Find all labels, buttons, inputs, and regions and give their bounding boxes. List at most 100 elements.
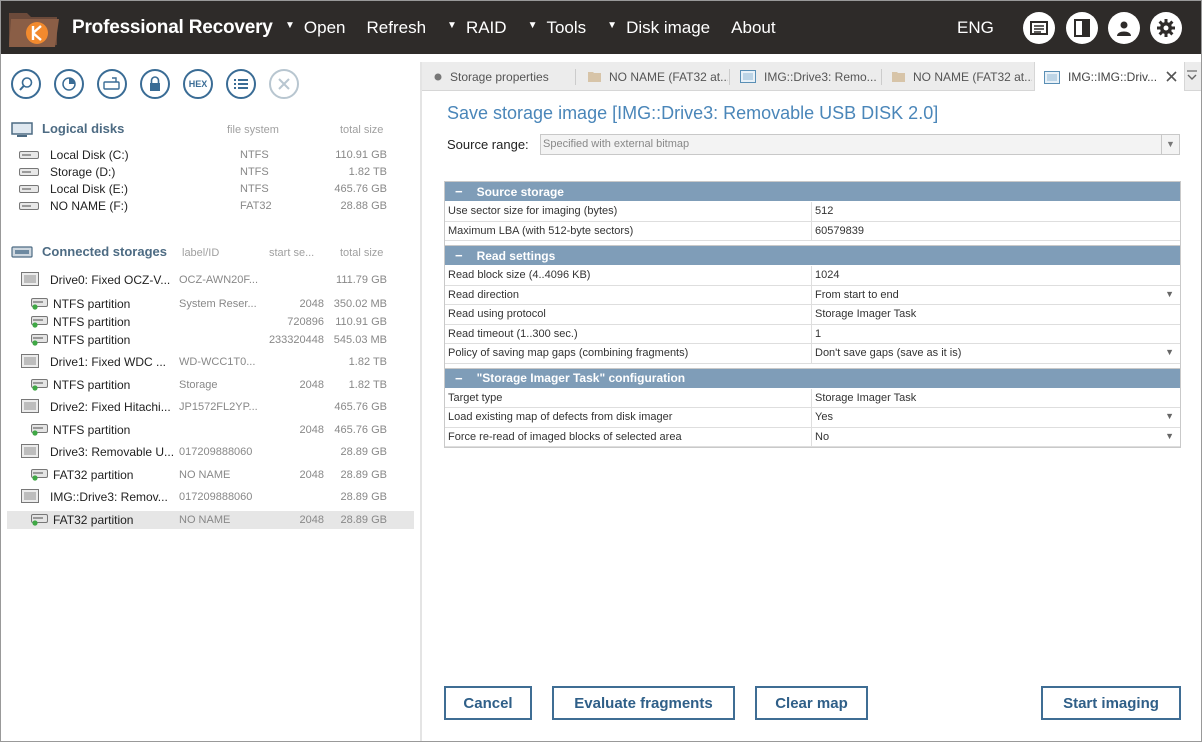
property-value[interactable]: 1 (812, 325, 1180, 344)
storage-size: 1.82 TB (348, 356, 387, 368)
property-value[interactable]: Storage Imager Task (812, 305, 1180, 324)
disk-name: Storage (D:) (50, 165, 116, 179)
logical-disk-row[interactable]: Local Disk (C:) NTFS 110.91 GB (7, 146, 414, 164)
menu-about-label: About (731, 18, 776, 37)
panel-toggle-button[interactable] (1066, 12, 1098, 44)
property-group-header[interactable]: − "Storage Imager Task" configuration (445, 368, 1180, 389)
dropdown-triangle-icon: ▼ (447, 19, 457, 31)
property-value[interactable]: 1024 (812, 266, 1180, 285)
property-row: Target type Storage Imager Task (445, 388, 1180, 408)
storage-partition-row[interactable]: NTFS partition 233320448 545.03 MB (7, 331, 414, 349)
disk-icon (19, 200, 39, 214)
storage-label: Storage (179, 379, 218, 391)
menu-raid[interactable]: ▼ RAID (447, 18, 507, 38)
hex-editor-button[interactable]: HEX (183, 69, 213, 99)
storage-drive-row[interactable]: IMG::Drive3: Remov... 017209888060 28.89 G… (7, 488, 414, 506)
menu-open[interactable]: ▼ Open (285, 18, 346, 38)
open-image-button[interactable] (97, 69, 127, 99)
property-value[interactable]: 60579839 (812, 222, 1180, 241)
property-value[interactable]: From start to end ▼ (812, 286, 1180, 305)
tab-storage-properties[interactable]: Storage properties (434, 62, 574, 91)
partition-icon (31, 513, 49, 529)
list-button[interactable] (226, 69, 256, 99)
tab-label: IMG::IMG::Driv... (1068, 70, 1158, 84)
tab-no-name-fat32-2[interactable]: NO NAME (FAT32 at... (892, 62, 1032, 91)
property-value-text: 60579839 (815, 224, 864, 237)
tab-list-icon[interactable] (1186, 70, 1198, 82)
collapse-icon[interactable]: − (455, 371, 463, 386)
tab-label: IMG::Drive3: Remo... (764, 69, 877, 84)
chevron-down-icon[interactable]: ▼ (1165, 289, 1174, 299)
menu-about[interactable]: About (731, 18, 775, 38)
menu-disk-image[interactable]: ▼ Disk image (607, 18, 710, 38)
menu-disk-image-label: Disk image (626, 18, 711, 37)
property-value[interactable]: Storage Imager Task (812, 389, 1180, 408)
user-icon (1117, 21, 1131, 36)
storage-partition-row[interactable]: FAT32 partition NO NAME 2048 28.89 GB (7, 511, 414, 529)
search-icon (19, 77, 33, 91)
logical-disk-row[interactable]: Storage (D:) NTFS 1.82 TB (7, 163, 414, 181)
storage-drive-row[interactable]: Drive1: Fixed WDC ... WD-WCC1T0... 1.82 TB (7, 353, 414, 371)
search-button[interactable] (11, 69, 41, 99)
storage-partition-row[interactable]: NTFS partition Storage 2048 1.82 TB (7, 376, 414, 394)
page-title: Save storage image [IMG::Drive3: Removab… (447, 103, 939, 123)
storage-size: 545.03 MB (333, 334, 387, 346)
scan-button[interactable] (54, 69, 84, 99)
storage-size: 465.76 GB (334, 424, 387, 436)
property-value-text: 1024 (815, 269, 840, 281)
partition-icon (31, 423, 49, 439)
close-tab-icon[interactable] (1166, 71, 1177, 82)
chevron-down-icon[interactable]: ▼ (1165, 347, 1174, 357)
lock-button[interactable] (140, 69, 170, 99)
property-value[interactable]: 512 (812, 202, 1180, 221)
log-button[interactable] (1023, 12, 1055, 44)
col-file-system: file system (227, 124, 279, 136)
property-key: Read timeout (1..300 sec.) (445, 324, 812, 343)
property-value[interactable]: No ▼ (812, 428, 1180, 447)
storage-partition-row[interactable]: NTFS partition 2048 465.76 GB (7, 421, 414, 439)
property-value[interactable]: Yes ▼ (812, 408, 1180, 427)
tab-img-drive3[interactable]: IMG::Drive3: Remo... (740, 62, 880, 91)
storage-drive-row[interactable]: Drive0: Fixed OCZ-V... OCZ-AWN20F... 111.7… (7, 271, 414, 289)
menu-raid-label: RAID (465, 18, 507, 37)
property-row: Maximum LBA (with 512-byte sectors) 60579… (445, 221, 1180, 241)
dropdown-triangle-icon: ▼ (607, 19, 618, 31)
storage-drive-row[interactable]: Drive2: Fixed Hitachi... JP1572FL2YP... 46… (7, 398, 414, 416)
start-imaging-button[interactable]: Start imaging (1041, 686, 1181, 720)
close-button[interactable] (269, 69, 299, 99)
drive-icon (21, 354, 39, 371)
folder-icon (588, 72, 601, 82)
storage-partition-row[interactable]: FAT32 partition NO NAME 2048 28.89 GB (7, 466, 414, 484)
logical-disk-row[interactable]: Local Disk (E:) NTFS 465.76 GB (7, 180, 414, 198)
storage-size: 111.79 GB (336, 274, 387, 286)
property-group-header[interactable]: − Read settings (445, 246, 1180, 266)
settings-button[interactable] (1150, 12, 1182, 44)
clear-map-button[interactable]: Clear map (755, 686, 868, 720)
storage-partition-row[interactable]: NTFS partition 720896 110.91 GB (7, 313, 414, 331)
property-group-header[interactable]: − Source storage (445, 182, 1180, 202)
chevron-down-icon[interactable]: ▼ (1165, 411, 1174, 421)
collapse-icon[interactable]: − (455, 184, 463, 199)
property-key: Read block size (4..4096 KB) (445, 266, 812, 285)
evaluate-fragments-button[interactable]: Evaluate fragments (552, 686, 735, 720)
tab-no-name-fat32-1[interactable]: NO NAME (FAT32 at... (588, 62, 728, 91)
storage-name: Drive2: Fixed Hitachi... (50, 400, 171, 414)
source-range-select[interactable]: Specified with external bitmap ▼ (540, 134, 1180, 155)
folder-icon (892, 72, 905, 82)
storage-name: NTFS partition (53, 315, 131, 329)
collapse-icon[interactable]: − (455, 248, 463, 263)
menu-refresh[interactable]: Refresh (367, 18, 427, 38)
chevron-down-icon[interactable]: ▼ (1165, 431, 1174, 441)
language-selector[interactable]: ENG (957, 18, 994, 38)
property-row: Policy of saving map gaps (combining fra… (445, 344, 1180, 364)
disk-name: Local Disk (C:) (50, 148, 129, 162)
storage-partition-row[interactable]: NTFS partition System Reser... 2048 350.02 … (7, 295, 414, 313)
property-value[interactable]: Don't save gaps (save as it is) ▼ (812, 344, 1180, 363)
logical-disk-row[interactable]: NO NAME (F:) FAT32 28.88 GB (7, 197, 414, 215)
menu-tools[interactable]: ▼ Tools (528, 18, 587, 38)
account-button[interactable] (1108, 12, 1140, 44)
cancel-button[interactable]: Cancel (444, 686, 532, 720)
storage-size: 1.82 TB (348, 379, 387, 391)
storage-drive-row[interactable]: Drive3: Removable U... 017209888060 28.89 … (7, 443, 414, 461)
tab-img-img-drive3-active[interactable]: IMG::IMG::Driv... (1034, 62, 1185, 92)
